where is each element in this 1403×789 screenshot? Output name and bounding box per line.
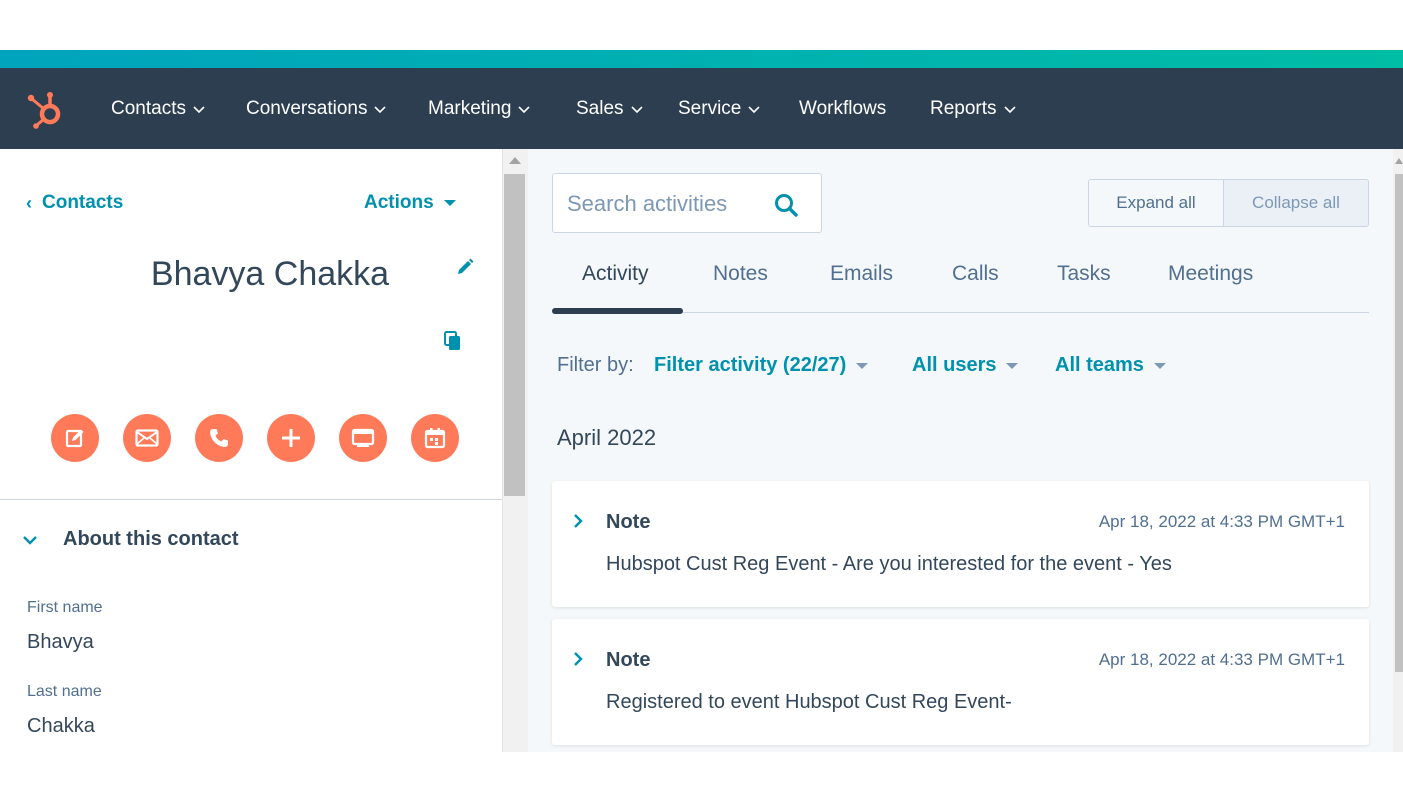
hubspot-sprocket-icon[interactable] (26, 90, 66, 130)
edit-note-icon (65, 429, 84, 448)
activity-card[interactable]: Note Apr 18, 2022 at 4:33 PM GMT+1 Hubsp… (552, 481, 1369, 607)
log-activity-icon (351, 428, 375, 447)
filter-by-label: Filter by: (557, 354, 634, 376)
search-icon[interactable] (773, 192, 799, 218)
activity-timestamp: Apr 18, 2022 at 4:33 PM GMT+1 (1098, 650, 1345, 669)
hubspot-contact-record: Contacts Conversations Marketing Sales S… (0, 0, 1403, 789)
copy-icon[interactable] (444, 331, 462, 351)
pencil-icon[interactable] (455, 257, 475, 277)
chevron-right-icon[interactable] (572, 651, 584, 667)
section-divider (0, 499, 502, 500)
expand-all-button[interactable]: Expand all (1089, 180, 1224, 226)
nav-service[interactable]: Service (678, 96, 761, 122)
collapse-all-button[interactable]: Collapse all (1224, 180, 1368, 226)
activity-type: Note (606, 511, 651, 533)
nav-marketing[interactable]: Marketing (428, 96, 531, 122)
chevron-down-icon (630, 106, 643, 114)
first-name-label: First name (27, 599, 103, 616)
month-heading: April 2022 (557, 425, 657, 450)
plus-icon (282, 429, 300, 447)
tab-notes[interactable]: Notes (713, 262, 768, 290)
brand-strip (0, 50, 1403, 68)
search-activities-input[interactable] (567, 188, 767, 220)
all-teams-label: All teams (1055, 354, 1144, 376)
chevron-down-icon[interactable] (22, 533, 38, 547)
nav-contacts[interactable]: Contacts (111, 96, 206, 122)
email-action-button[interactable] (123, 414, 171, 462)
call-action-button[interactable] (195, 414, 243, 462)
nav-reports[interactable]: Reports (930, 96, 1017, 122)
caret-down-icon (856, 362, 869, 369)
tab-activity[interactable]: Activity (582, 262, 649, 290)
chevron-left-icon: ‹ (26, 192, 32, 213)
contact-name: Bhavya Chakka (150, 255, 390, 293)
scroll-up-arrow-icon[interactable] (1395, 158, 1403, 164)
note-action-button[interactable] (51, 414, 99, 462)
scroll-up-arrow-icon[interactable] (509, 157, 521, 164)
nav-sales[interactable]: Sales (576, 96, 644, 122)
back-to-contacts-link[interactable]: ‹ Contacts (26, 191, 123, 215)
chevron-down-icon (193, 106, 205, 114)
nav-workflows[interactable]: Workflows (799, 96, 886, 122)
caret-down-icon (443, 200, 456, 206)
chevron-down-icon (518, 106, 530, 114)
calendar-icon (424, 428, 446, 449)
meeting-action-button[interactable] (411, 414, 459, 462)
expand-collapse-group: Expand all Collapse all (1088, 179, 1369, 227)
nav-marketing-label: Marketing (428, 98, 512, 119)
tab-tasks[interactable]: Tasks (1057, 262, 1111, 290)
nav-workflows-label: Workflows (799, 98, 887, 119)
nav-contacts-label: Contacts (111, 98, 186, 119)
chevron-down-icon (1003, 106, 1016, 114)
activity-card[interactable]: Note Apr 18, 2022 at 4:33 PM GMT+1 Regis… (552, 619, 1369, 745)
actions-dropdown[interactable]: Actions (364, 191, 456, 215)
email-icon (135, 429, 159, 447)
log-activity-action-button[interactable] (339, 414, 387, 462)
tab-emails[interactable]: Emails (830, 262, 893, 290)
nav-conversations[interactable]: Conversations (246, 96, 387, 122)
all-users-label: All users (912, 354, 997, 376)
nav-sales-label: Sales (576, 98, 624, 119)
all-users-dropdown[interactable]: All users (912, 354, 1019, 377)
nav-service-label: Service (678, 98, 742, 119)
all-teams-dropdown[interactable]: All teams (1055, 354, 1166, 377)
actions-label: Actions (364, 192, 434, 213)
caret-down-icon (1153, 362, 1166, 369)
timeline-scrollbar-thumb[interactable] (1395, 174, 1403, 672)
last-name-value[interactable]: Chakka (27, 715, 95, 738)
back-link-label: Contacts (42, 192, 124, 213)
tab-meetings[interactable]: Meetings (1168, 262, 1253, 290)
about-section-toggle[interactable]: About this contact (63, 528, 239, 551)
chevron-right-icon[interactable] (572, 513, 584, 529)
activity-body: Registered to event Hubspot Cust Reg Eve… (606, 691, 1012, 713)
active-tab-indicator (552, 308, 683, 314)
chevron-down-icon (748, 106, 760, 114)
phone-icon (210, 429, 228, 447)
filter-activity-dropdown[interactable]: Filter activity (22/27) (654, 354, 869, 377)
sidebar-scrollbar-thumb[interactable] (504, 174, 525, 496)
tab-calls[interactable]: Calls (952, 262, 999, 290)
filter-activity-label: Filter activity (22/27) (654, 354, 847, 376)
first-name-value[interactable]: Bhavya (27, 631, 94, 654)
nav-conversations-label: Conversations (246, 98, 368, 119)
add-action-button[interactable] (267, 414, 315, 462)
chevron-down-icon (374, 106, 387, 114)
activity-body: Hubspot Cust Reg Event - Are you interes… (606, 553, 1172, 575)
activity-timestamp: Apr 18, 2022 at 4:33 PM GMT+1 (1098, 512, 1345, 531)
caret-down-icon (1006, 362, 1019, 369)
nav-reports-label: Reports (930, 98, 997, 119)
last-name-label: Last name (27, 683, 102, 700)
activity-type: Note (606, 649, 651, 671)
